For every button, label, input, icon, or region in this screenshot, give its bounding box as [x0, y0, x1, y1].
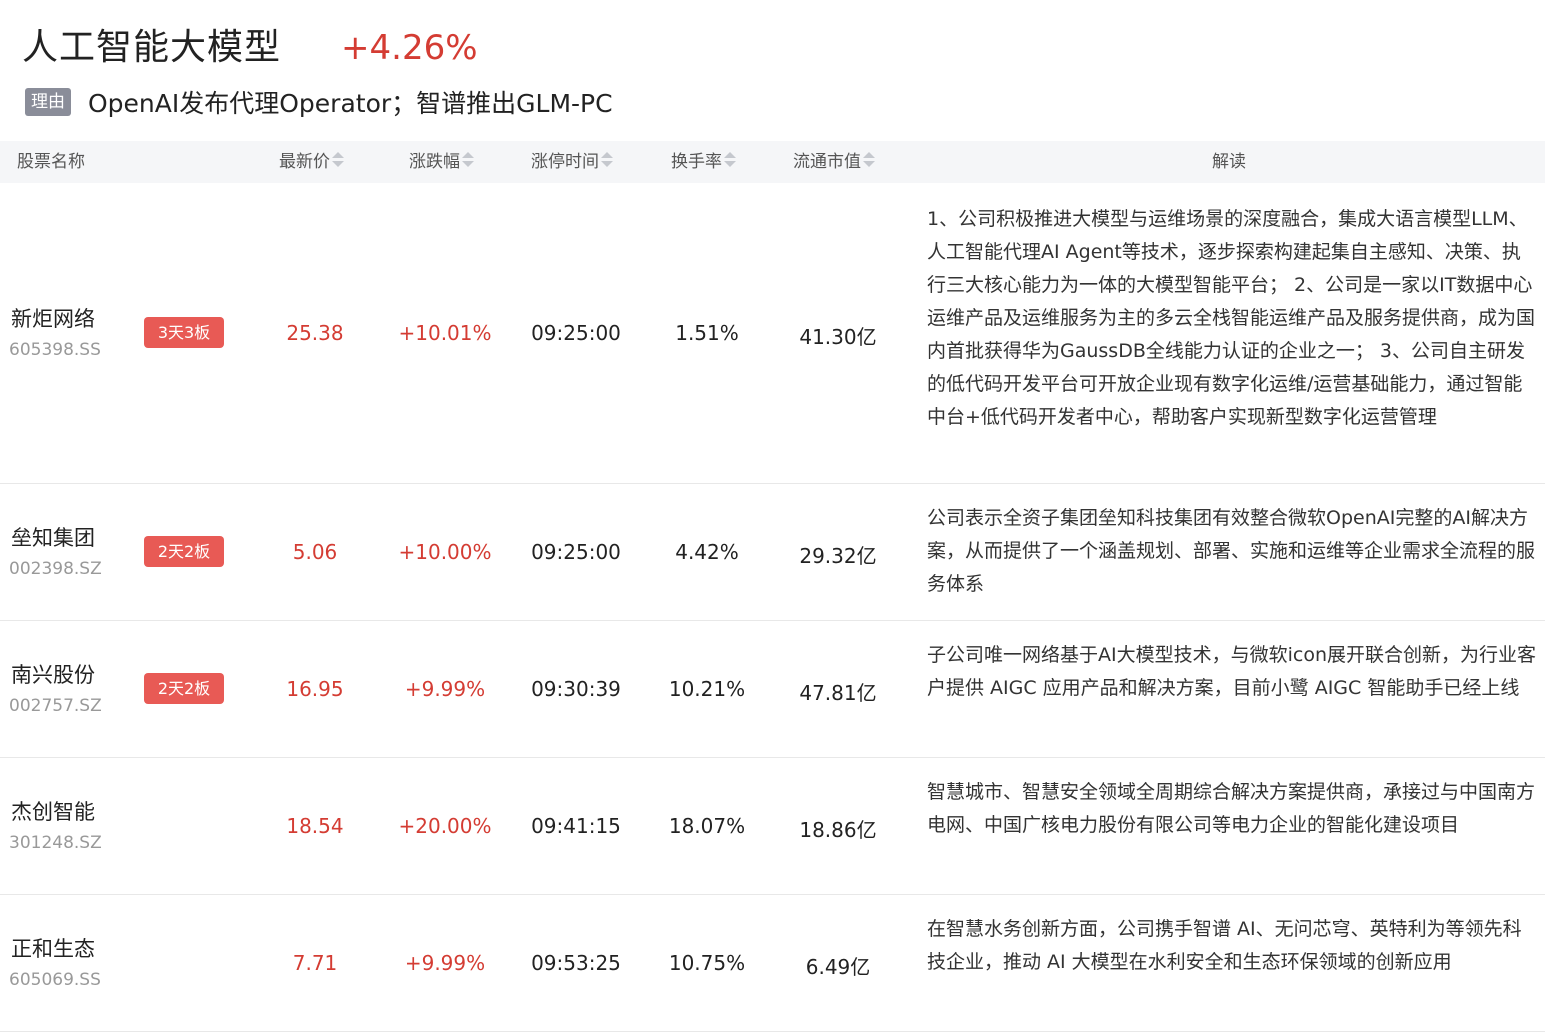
- table-row[interactable]: 正和生态 605069.SS 7.71 +9.99% 09:53:25 10.7…: [0, 895, 1545, 1032]
- reason-row: 理由 OpenAI发布代理Operator；智谱推出GLM-PC: [22, 84, 1522, 120]
- pct-change: +10.01%: [398, 321, 492, 345]
- limit-time: 09:41:15: [531, 814, 621, 838]
- col-time-sort[interactable]: 涨停时间: [531, 141, 613, 183]
- col-cap-label: 流通市值: [793, 152, 861, 172]
- title-row: 人工智能大模型 +4.26%: [22, 18, 1522, 74]
- sort-icon: [601, 151, 613, 169]
- col-pct-sort[interactable]: 涨跌幅: [409, 141, 474, 183]
- sort-icon: [724, 151, 736, 169]
- turnover: 18.07%: [668, 814, 746, 838]
- col-price-sort[interactable]: 最新价: [279, 141, 344, 183]
- pct-change: +9.99%: [404, 951, 486, 975]
- price: 5.06: [292, 540, 338, 564]
- col-turnover-label: 换手率: [671, 152, 722, 172]
- stock-code: 605069.SS: [9, 970, 101, 990]
- col-desc: 解读: [1212, 152, 1246, 172]
- sort-icon: [863, 151, 875, 169]
- stock-desc: 智慧城市、智慧安全领域全周期综合解决方案提供商，承接过与中国南方电网、中国广核电…: [927, 781, 1536, 836]
- limit-time: 09:30:39: [531, 677, 621, 701]
- stock-desc: 在智慧水务创新方面，公司携手智谱 AI、无问芯穹、英特利为等领先科技企业，推动 …: [927, 918, 1522, 973]
- sort-icon: [332, 151, 344, 169]
- limit-tag: 2天2板: [144, 673, 224, 704]
- turnover: 1.51%: [675, 321, 739, 345]
- price: 7.71: [292, 951, 338, 975]
- market-cap: 18.86亿: [799, 818, 877, 842]
- table-row[interactable]: 南兴股份 002757.SZ 2天2板 16.95 +9.99% 09:30:3…: [0, 621, 1545, 758]
- table-header: 股票名称 最新价 涨跌幅 涨停时间 换手率 流通市值 解读: [0, 141, 1545, 183]
- stock-table: 股票名称 最新价 涨跌幅 涨停时间 换手率 流通市值 解读 新炬网络 60539…: [0, 141, 1545, 1032]
- stock-code: 605398.SS: [9, 340, 101, 360]
- market-cap: 6.49亿: [805, 955, 871, 979]
- stock-code: 002757.SZ: [9, 696, 102, 716]
- price: 25.38: [286, 321, 344, 345]
- turnover: 4.42%: [675, 540, 739, 564]
- turnover: 10.75%: [668, 951, 746, 975]
- stock-name[interactable]: 南兴股份: [11, 659, 95, 689]
- col-pct-label: 涨跌幅: [409, 152, 460, 172]
- reason-text: OpenAI发布代理Operator；智谱推出GLM-PC: [88, 89, 613, 118]
- market-cap: 29.32亿: [799, 544, 877, 568]
- sort-icon: [462, 151, 474, 169]
- limit-time: 09:25:00: [531, 321, 621, 345]
- col-cap-sort[interactable]: 流通市值: [793, 141, 875, 183]
- table-row[interactable]: 垒知集团 002398.SZ 2天2板 5.06 +10.00% 09:25:0…: [0, 484, 1545, 621]
- price: 18.54: [286, 814, 344, 838]
- stock-desc: 子公司唯一网络基于AI大模型技术，与微软icon展开联合创新，为行业客户提供 A…: [927, 644, 1536, 699]
- stock-name[interactable]: 杰创智能: [11, 796, 95, 826]
- col-turnover-sort[interactable]: 换手率: [671, 141, 736, 183]
- table-row[interactable]: 杰创智能 301248.SZ 18.54 +20.00% 09:41:15 18…: [0, 758, 1545, 895]
- stock-code: 002398.SZ: [9, 559, 102, 579]
- stock-name[interactable]: 正和生态: [11, 933, 95, 963]
- sector-change: +4.26%: [341, 28, 478, 68]
- market-cap: 41.30亿: [799, 325, 877, 349]
- reason-badge: 理由: [25, 88, 71, 116]
- turnover: 10.21%: [668, 677, 746, 701]
- stock-name[interactable]: 新炬网络: [11, 303, 95, 333]
- limit-time: 09:53:25: [531, 951, 621, 975]
- stock-desc: 1、公司积极推进大模型与运维场景的深度融合，集成大语言模型LLM、人工智能代理A…: [927, 208, 1536, 428]
- price: 16.95: [286, 677, 344, 701]
- pct-change: +10.00%: [398, 540, 492, 564]
- limit-tag: 3天3板: [144, 317, 224, 348]
- sector-title: 人工智能大模型: [22, 27, 282, 68]
- stock-code: 301248.SZ: [9, 833, 102, 853]
- limit-time: 09:25:00: [531, 540, 621, 564]
- stock-name[interactable]: 垒知集团: [11, 522, 95, 552]
- pct-change: +9.99%: [404, 677, 486, 701]
- limit-tag: 2天2板: [144, 536, 224, 567]
- pct-change: +20.00%: [398, 814, 492, 838]
- table-row[interactable]: 新炬网络 605398.SS 3天3板 25.38 +10.01% 09:25:…: [0, 183, 1545, 484]
- sector-header: 人工智能大模型 +4.26% 理由 OpenAI发布代理Operator；智谱推…: [22, 18, 1522, 120]
- col-price-label: 最新价: [279, 152, 330, 172]
- col-name: 股票名称: [17, 152, 85, 172]
- col-time-label: 涨停时间: [531, 152, 599, 172]
- market-cap: 47.81亿: [799, 681, 877, 705]
- stock-desc: 公司表示全资子集团垒知科技集团有效整合微软OpenAI完整的AI解决方案，从而提…: [927, 507, 1536, 595]
